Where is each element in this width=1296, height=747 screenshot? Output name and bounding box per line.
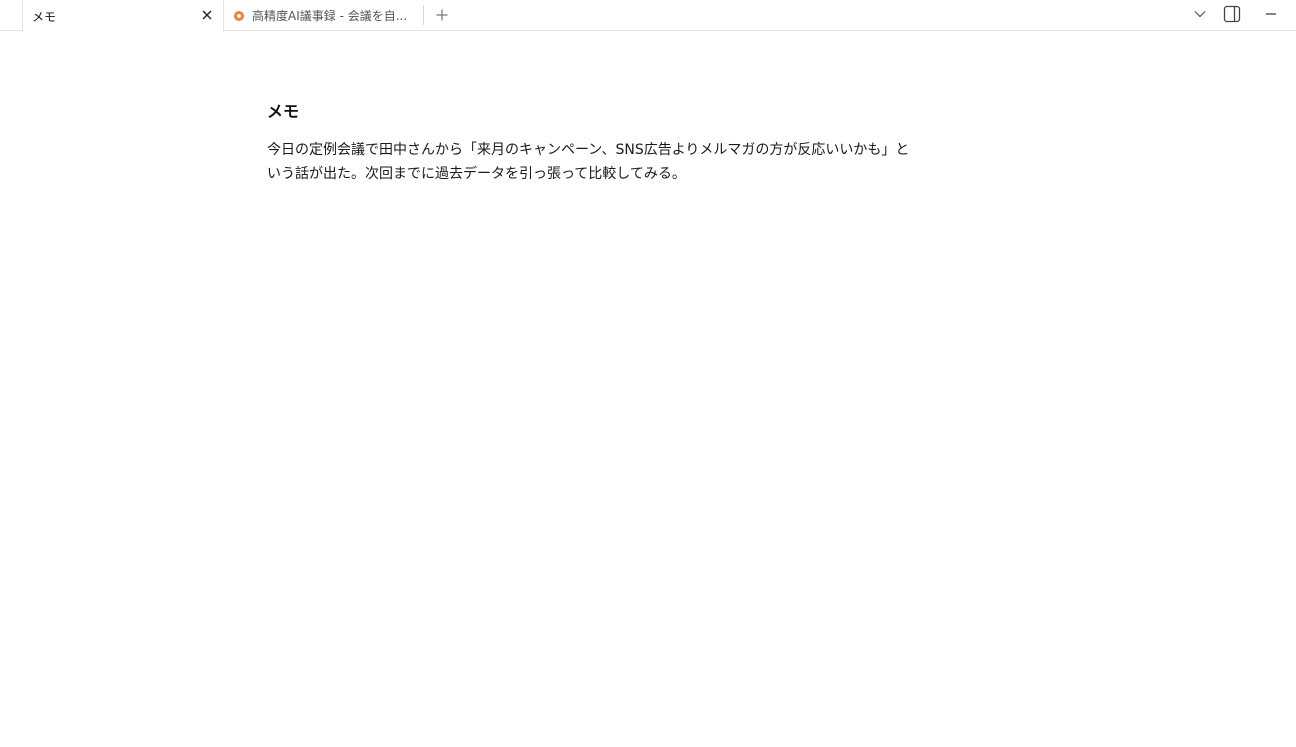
note-title[interactable]: メモ	[267, 100, 917, 124]
tab-separator	[423, 5, 424, 25]
favicon-icon	[234, 10, 244, 21]
minimize-icon[interactable]	[1260, 3, 1282, 25]
chevron-down-icon[interactable]	[1189, 3, 1211, 25]
tab-title: メモ	[32, 9, 57, 24]
tab-bar: メモ 高精度AI議事録 - 会議を自...	[0, 0, 1296, 32]
tab-ai-minutes[interactable]: 高精度AI議事録 - 会議を自...	[224, 0, 424, 31]
sidebar-panel-icon[interactable]	[1221, 3, 1243, 25]
note-body[interactable]: 今日の定例会議で田中さんから「来月のキャンペーン、SNS広告よりメルマガの方が反…	[267, 138, 912, 186]
note-content: メモ 今日の定例会議で田中さんから「来月のキャンペーン、SNS広告よりメルマガの…	[267, 100, 917, 186]
new-tab-icon[interactable]	[432, 5, 452, 25]
close-icon[interactable]	[199, 7, 215, 23]
tab-title: 高精度AI議事録 - 会議を自...	[252, 9, 408, 23]
tab-memo[interactable]: メモ	[22, 0, 224, 32]
